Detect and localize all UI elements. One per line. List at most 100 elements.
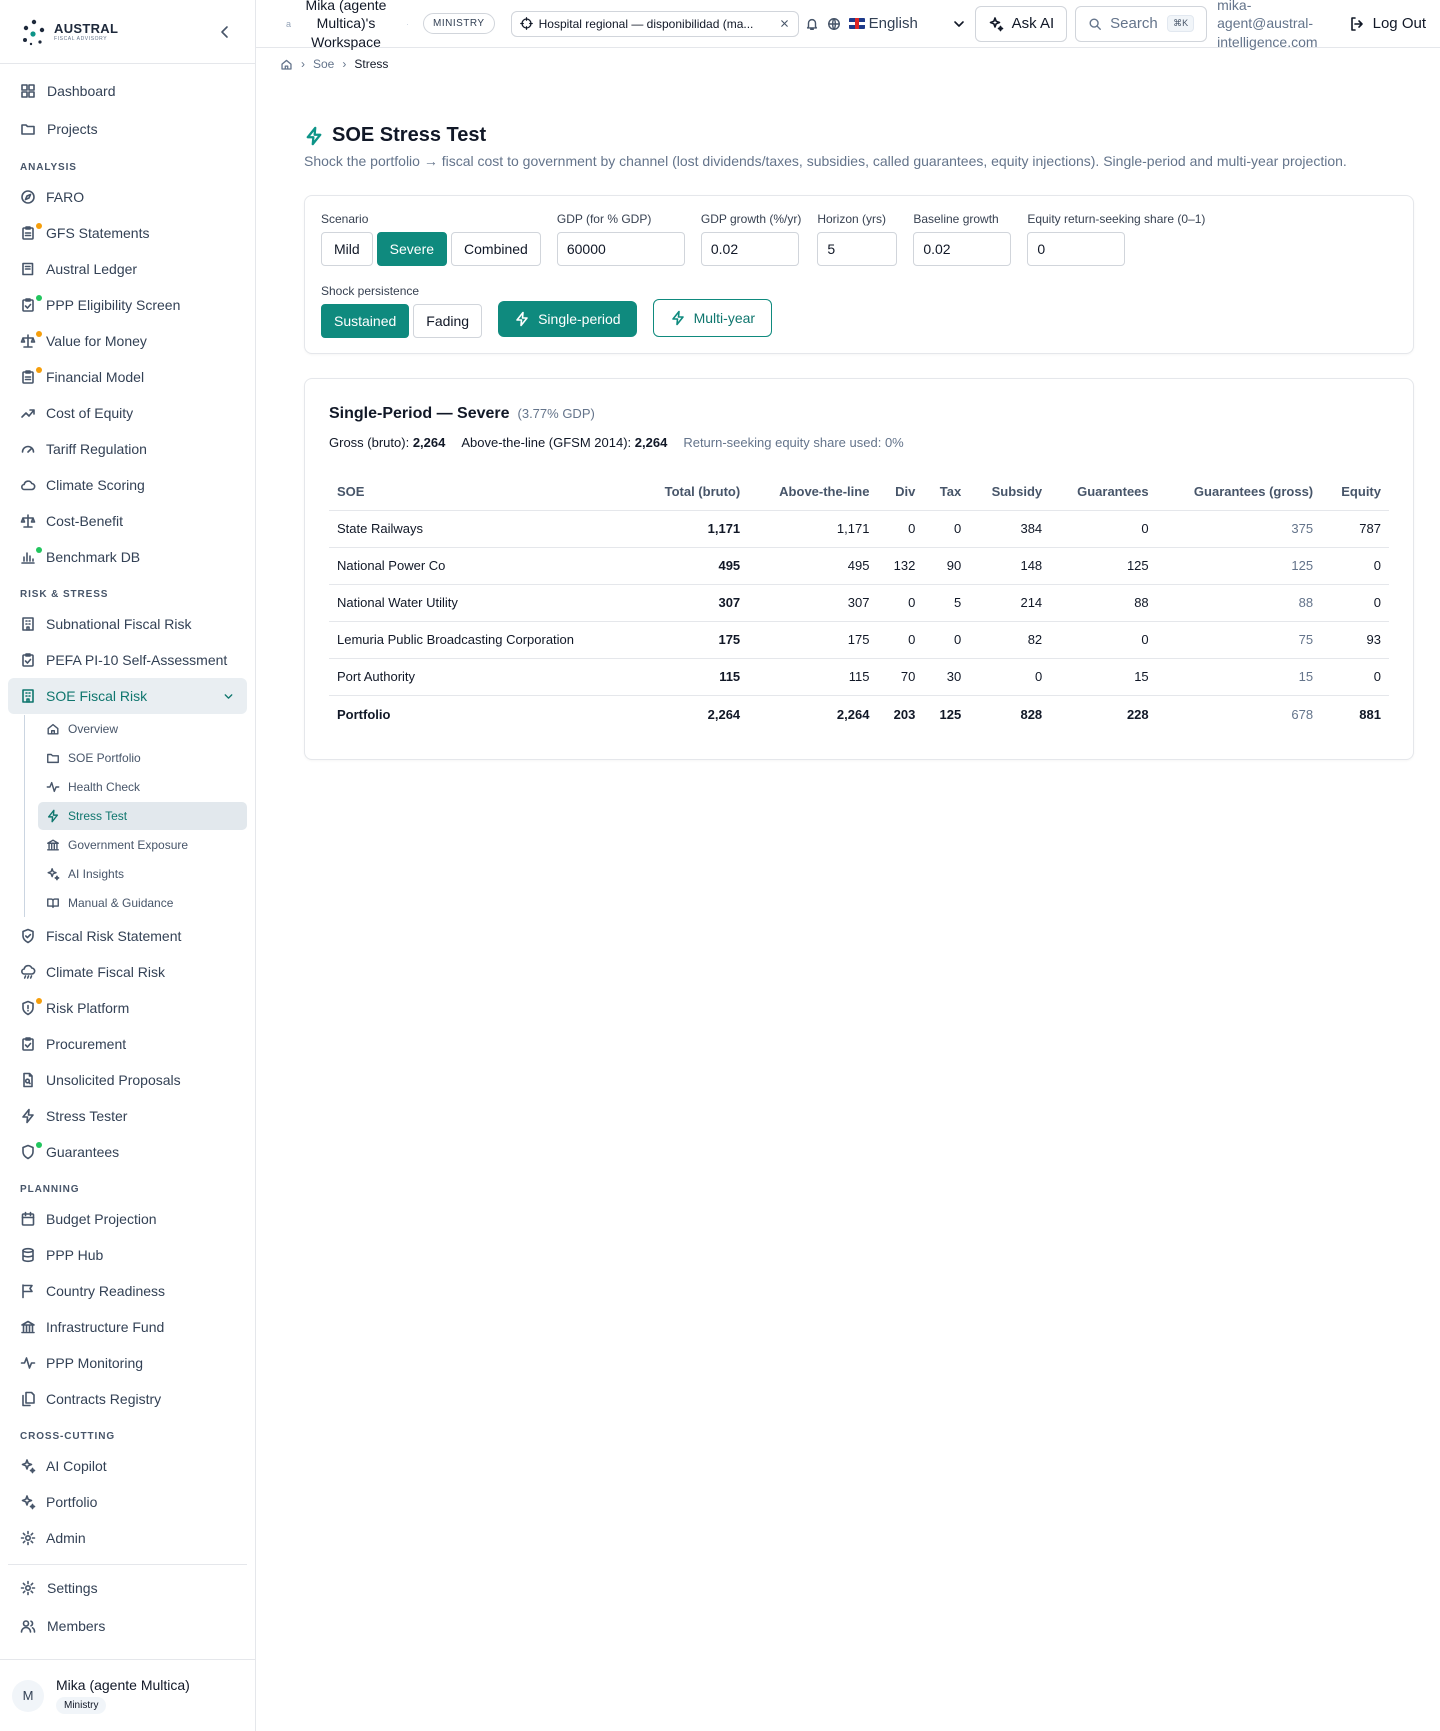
- sidebar-item-austral-ledger[interactable]: Austral Ledger: [8, 251, 247, 287]
- file-search-icon: [23, 1072, 33, 1088]
- sidebar-item-infrastructure-fund[interactable]: Infrastructure Fund: [8, 1309, 247, 1345]
- sidebar-divider: [8, 1564, 247, 1565]
- scale-icon: [20, 334, 36, 348]
- sidebar: AUSTRAL FISCAL ADVISORY Dashboard Project…: [0, 0, 256, 1731]
- equity-return-seeking-share-0-1-input[interactable]: 0: [1027, 232, 1126, 266]
- cell-total-bruto: 307: [636, 584, 749, 622]
- sidebar-item-stress-tester[interactable]: Stress Tester: [8, 1098, 247, 1134]
- subnav-item-government-exposure[interactable]: Government Exposure: [38, 831, 247, 859]
- sidebar-item-label: Subnational Fiscal Risk: [46, 616, 192, 632]
- activity-icon: [20, 1357, 36, 1369]
- sidebar-item-label: Portfolio: [46, 1494, 98, 1510]
- sidebar-user[interactable]: M Mika (agente Multica) Ministry: [0, 1659, 255, 1731]
- status-dot: [36, 1142, 42, 1148]
- sidebar-item-subnational-fiscal-risk[interactable]: Subnational Fiscal Risk: [8, 606, 247, 642]
- scenario-mild-button[interactable]: Mild: [321, 232, 373, 266]
- subnav-item-health-check[interactable]: Health Check: [38, 773, 247, 801]
- sidebar-item-ppp-monitoring[interactable]: PPP Monitoring: [8, 1345, 247, 1381]
- sidebar-item-faro[interactable]: FARO: [8, 179, 247, 215]
- bell-icon[interactable]: [805, 17, 819, 31]
- brand-logo[interactable]: AUSTRAL FISCAL ADVISORY: [20, 18, 118, 46]
- sidebar-item-members[interactable]: Members: [8, 1607, 247, 1645]
- sidebar-item-ppp-hub[interactable]: PPP Hub: [8, 1237, 247, 1273]
- column-header-above-the-line: Above-the-line: [748, 474, 878, 511]
- gdp-growth-yr-input[interactable]: 0.02: [700, 232, 799, 266]
- sidebar-item-label: AI Copilot: [46, 1458, 107, 1474]
- cell-equity: 93: [1321, 621, 1389, 659]
- breadcrumb: › Soe › Stress: [256, 48, 1440, 80]
- subnav-item-ai-insights[interactable]: AI Insights: [38, 860, 247, 888]
- language-select[interactable]: English: [848, 15, 967, 32]
- sidebar-item-label: Contracts Registry: [46, 1391, 162, 1407]
- baseline-growth-input[interactable]: 0.02: [913, 232, 1012, 266]
- gauge-icon: [21, 445, 35, 453]
- sidebar-item-dashboard[interactable]: Dashboard: [8, 72, 247, 110]
- sidebar-item-label: Guarantees: [46, 1144, 120, 1160]
- horizon-yrs-input[interactable]: 5: [817, 232, 898, 266]
- subnav-item-stress-test[interactable]: Stress Test: [38, 802, 247, 830]
- search-button[interactable]: Search ⌘K: [1075, 5, 1208, 42]
- clipboard-icon: [22, 370, 34, 384]
- status-dot: [36, 367, 42, 373]
- sidebar-item-ai-copilot[interactable]: AI Copilot: [8, 1448, 247, 1484]
- persistence-fading-button[interactable]: Fading: [413, 304, 483, 338]
- table-total-row: Portfolio 2,264 2,264 203 125 828 228 678 881: [329, 694, 1389, 733]
- column-header-guarantees-gross: Guarantees (gross): [1156, 474, 1322, 511]
- sidebar-item-portfolio[interactable]: Portfolio: [8, 1484, 247, 1520]
- multi-year-button[interactable]: Multi-year: [652, 299, 773, 337]
- sidebar-item-benchmark-db[interactable]: Benchmark DB: [8, 539, 247, 575]
- project-context-chip[interactable]: Hospital regional — disponibilidad (ma..…: [510, 10, 799, 37]
- sidebar-item-settings[interactable]: Settings: [8, 1569, 247, 1607]
- workspace-title[interactable]: Mika (agente Multica)'s Workspace: [302, 0, 390, 51]
- sidebar-item-soe-fiscal-risk[interactable]: SOE Fiscal Risk: [8, 678, 247, 714]
- logout-button[interactable]: Log Out: [1349, 15, 1426, 32]
- sidebar-item-unsolicited-proposals[interactable]: Unsolicited Proposals: [8, 1062, 247, 1098]
- field-label: GDP (for % GDP): [556, 212, 652, 226]
- field-equity-return-seeking-share-0-1: Equity return-seeking share (0–1) 0: [1027, 212, 1205, 266]
- sidebar-item-projects[interactable]: Projects: [8, 110, 247, 148]
- sidebar-item-label: Stress Tester: [46, 1108, 128, 1124]
- sidebar-item-financial-model[interactable]: Financial Model: [8, 359, 247, 395]
- sidebar-item-contracts-registry[interactable]: Contracts Registry: [8, 1381, 247, 1417]
- field-label: Equity return-seeking share (0–1): [1027, 212, 1206, 226]
- sidebar-item-fiscal-risk-statement[interactable]: Fiscal Risk Statement: [8, 918, 247, 954]
- subnav-item-overview[interactable]: Overview: [38, 715, 247, 743]
- cell-equity: 0: [1321, 547, 1389, 585]
- sidebar-item-label: Climate Scoring: [46, 477, 145, 493]
- scenario-severe-button[interactable]: Severe: [376, 232, 448, 266]
- sidebar-item-gfs-statements[interactable]: GFS Statements: [8, 215, 247, 251]
- sidebar-item-value-for-money[interactable]: Value for Money: [8, 323, 247, 359]
- sidebar-item-ppp-eligibility-screen[interactable]: PPP Eligibility Screen: [8, 287, 247, 323]
- status-dot: [36, 223, 42, 229]
- sidebar-item-risk-platform[interactable]: Risk Platform: [8, 990, 247, 1026]
- ask-ai-button[interactable]: Ask AI: [974, 5, 1068, 42]
- grid-icon: [21, 84, 35, 98]
- scenario-combined-button[interactable]: Combined: [451, 232, 541, 266]
- sidebar-item-climate-fiscal-risk[interactable]: Climate Fiscal Risk: [8, 954, 247, 990]
- gdp-for-gdp-input[interactable]: 60000: [556, 232, 685, 266]
- sidebar-item-budget-projection[interactable]: Budget Projection: [8, 1201, 247, 1237]
- subnav-item-soe-portfolio[interactable]: SOE Portfolio: [38, 744, 247, 772]
- sidebar-item-tariff-regulation[interactable]: Tariff Regulation: [8, 431, 247, 467]
- collapse-sidebar-button[interactable]: [215, 22, 235, 42]
- single-period-button[interactable]: Single-period: [498, 301, 637, 337]
- close-icon[interactable]: [779, 18, 790, 29]
- sidebar-item-climate-scoring[interactable]: Climate Scoring: [8, 467, 247, 503]
- persistence-sustained-button[interactable]: Sustained: [321, 304, 410, 338]
- breadcrumb-soe[interactable]: Soe: [313, 57, 334, 71]
- sidebar-item-cost-benefit[interactable]: Cost-Benefit: [8, 503, 247, 539]
- sidebar-item-admin[interactable]: Admin: [8, 1520, 247, 1556]
- sidebar-item-pefa-pi-10-self-assessment[interactable]: PEFA PI-10 Self-Assessment: [8, 642, 247, 678]
- home-icon[interactable]: [280, 58, 293, 71]
- sidebar-item-procurement[interactable]: Procurement: [8, 1026, 247, 1062]
- landmark-icon: [47, 839, 59, 851]
- sidebar-item-guarantees[interactable]: Guarantees: [8, 1134, 247, 1170]
- cell-tax: 0: [923, 510, 970, 548]
- persistence-label: Shock persistence: [321, 284, 420, 298]
- subnav-item-manual-guidance[interactable]: Manual & Guidance: [38, 889, 247, 917]
- sidebar-item-cost-of-equity[interactable]: Cost of Equity: [8, 395, 247, 431]
- sidebar-item-label: Dashboard: [47, 83, 116, 99]
- cloud-rain-icon: [21, 964, 36, 979]
- cell-above-the-line: 495: [748, 547, 878, 585]
- sidebar-item-country-readiness[interactable]: Country Readiness: [8, 1273, 247, 1309]
